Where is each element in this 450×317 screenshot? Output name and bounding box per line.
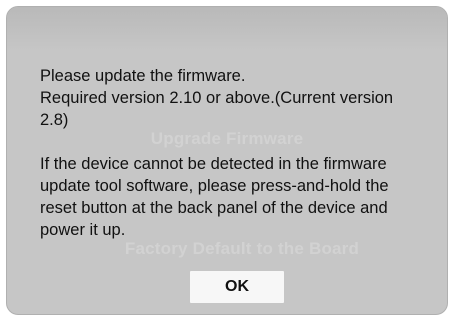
message-line-instructions: If the device cannot be detected in the … [40,155,389,239]
firmware-alert-message: Please update the firmware. Required ver… [40,65,425,241]
ok-button[interactable]: OK [190,271,284,303]
message-line-version: Required version 2.10 or above.(Current … [40,89,394,129]
message-line-update: Please update the firmware. [40,67,246,85]
factory-default-label: Factory Default to the Board [124,239,360,258]
window-header-shade [7,7,447,51]
